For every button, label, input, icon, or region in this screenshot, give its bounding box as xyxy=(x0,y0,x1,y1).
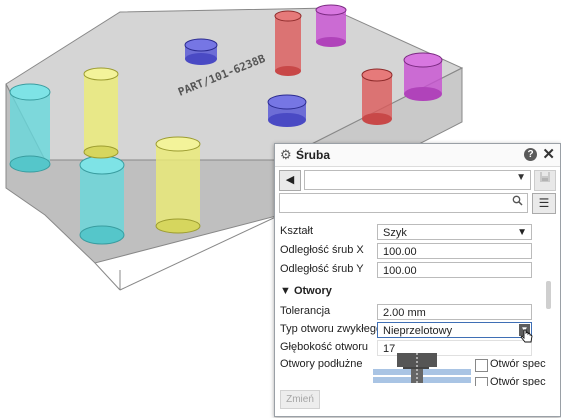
panel-titlebar: ⚙ Śruba ? ✕ xyxy=(275,144,560,167)
yellow-hole-2 xyxy=(155,136,201,234)
close-icon[interactable]: ✕ xyxy=(542,145,555,163)
magenta-hole-1 xyxy=(315,4,347,47)
toolbar-row: ◀ ▼ xyxy=(279,170,556,191)
typ-otworu-label: Typ otworu zwykłego xyxy=(280,323,383,335)
mouse-cursor-icon xyxy=(520,329,533,343)
slot-preview-icon xyxy=(373,353,471,386)
search-icon xyxy=(512,195,523,209)
help-icon[interactable]: ? xyxy=(524,148,537,161)
red-hole-2 xyxy=(361,68,393,125)
menu-icon[interactable]: ☰ xyxy=(532,193,556,214)
odleglosc-x-input[interactable]: 100.00 xyxy=(377,243,532,259)
otwor-spec-checkbox-2[interactable] xyxy=(475,377,488,386)
odleglosc-x-label: Odległość śrub X xyxy=(280,244,364,256)
red-hole-1 xyxy=(274,10,302,76)
otwory-podluzne-label: Otwory podłużne xyxy=(280,358,363,370)
odleglosc-y-input[interactable]: 100.00 xyxy=(377,262,532,278)
back-arrow-icon[interactable]: ◀ xyxy=(279,170,301,191)
otwor-spec-label-2: Otwór spec xyxy=(490,376,546,386)
panel-title: Śruba xyxy=(296,148,331,162)
magenta-hole-2 xyxy=(403,52,443,101)
ksztalt-value: Szyk xyxy=(383,227,407,239)
blue-hole-2 xyxy=(267,94,307,127)
cyan-hole-1 xyxy=(9,83,51,173)
otwor-spec-checkbox-1[interactable] xyxy=(475,359,488,372)
scrollbar-thumb[interactable] xyxy=(546,281,551,309)
typ-otworu-value: Nieprzelotowy xyxy=(383,325,453,337)
zmien-button[interactable]: Zmień xyxy=(280,390,320,409)
gear-icon: ⚙ xyxy=(280,147,292,162)
yellow-hole-1 xyxy=(83,67,119,159)
selection-combo[interactable]: ▼ xyxy=(304,170,531,190)
glebokosc-label: Głębokość otworu xyxy=(280,341,369,353)
sruba-panel: ⚙ Śruba ? ✕ ◀ ▼ ☰ Kształt Szyk ▼ Odległo… xyxy=(274,143,561,417)
ksztalt-select[interactable]: Szyk ▼ xyxy=(377,224,532,240)
otwor-spec-label-1: Otwór spec xyxy=(490,358,546,370)
tolerancja-label: Tolerancja xyxy=(280,305,331,317)
properties-area: Kształt Szyk ▼ Odległość śrub X 100.00 O… xyxy=(275,216,560,386)
cyan-hole-2 xyxy=(79,155,125,245)
blue-hole-1 xyxy=(184,38,218,65)
otwory-section-header[interactable]: ▼ Otwory xyxy=(280,285,332,297)
ksztalt-label: Kształt xyxy=(280,225,314,237)
search-row: ☰ xyxy=(279,193,556,214)
chevron-down-icon: ▼ xyxy=(516,172,526,183)
odleglosc-y-label: Odległość śrub Y xyxy=(280,263,364,275)
chevron-down-icon: ▼ xyxy=(517,227,527,238)
save-icon[interactable] xyxy=(534,170,556,191)
search-input[interactable] xyxy=(279,193,528,213)
typ-otworu-select[interactable]: Nieprzelotowy ▼ xyxy=(377,322,532,338)
tolerancja-input[interactable]: 2.00 mm xyxy=(377,304,532,320)
